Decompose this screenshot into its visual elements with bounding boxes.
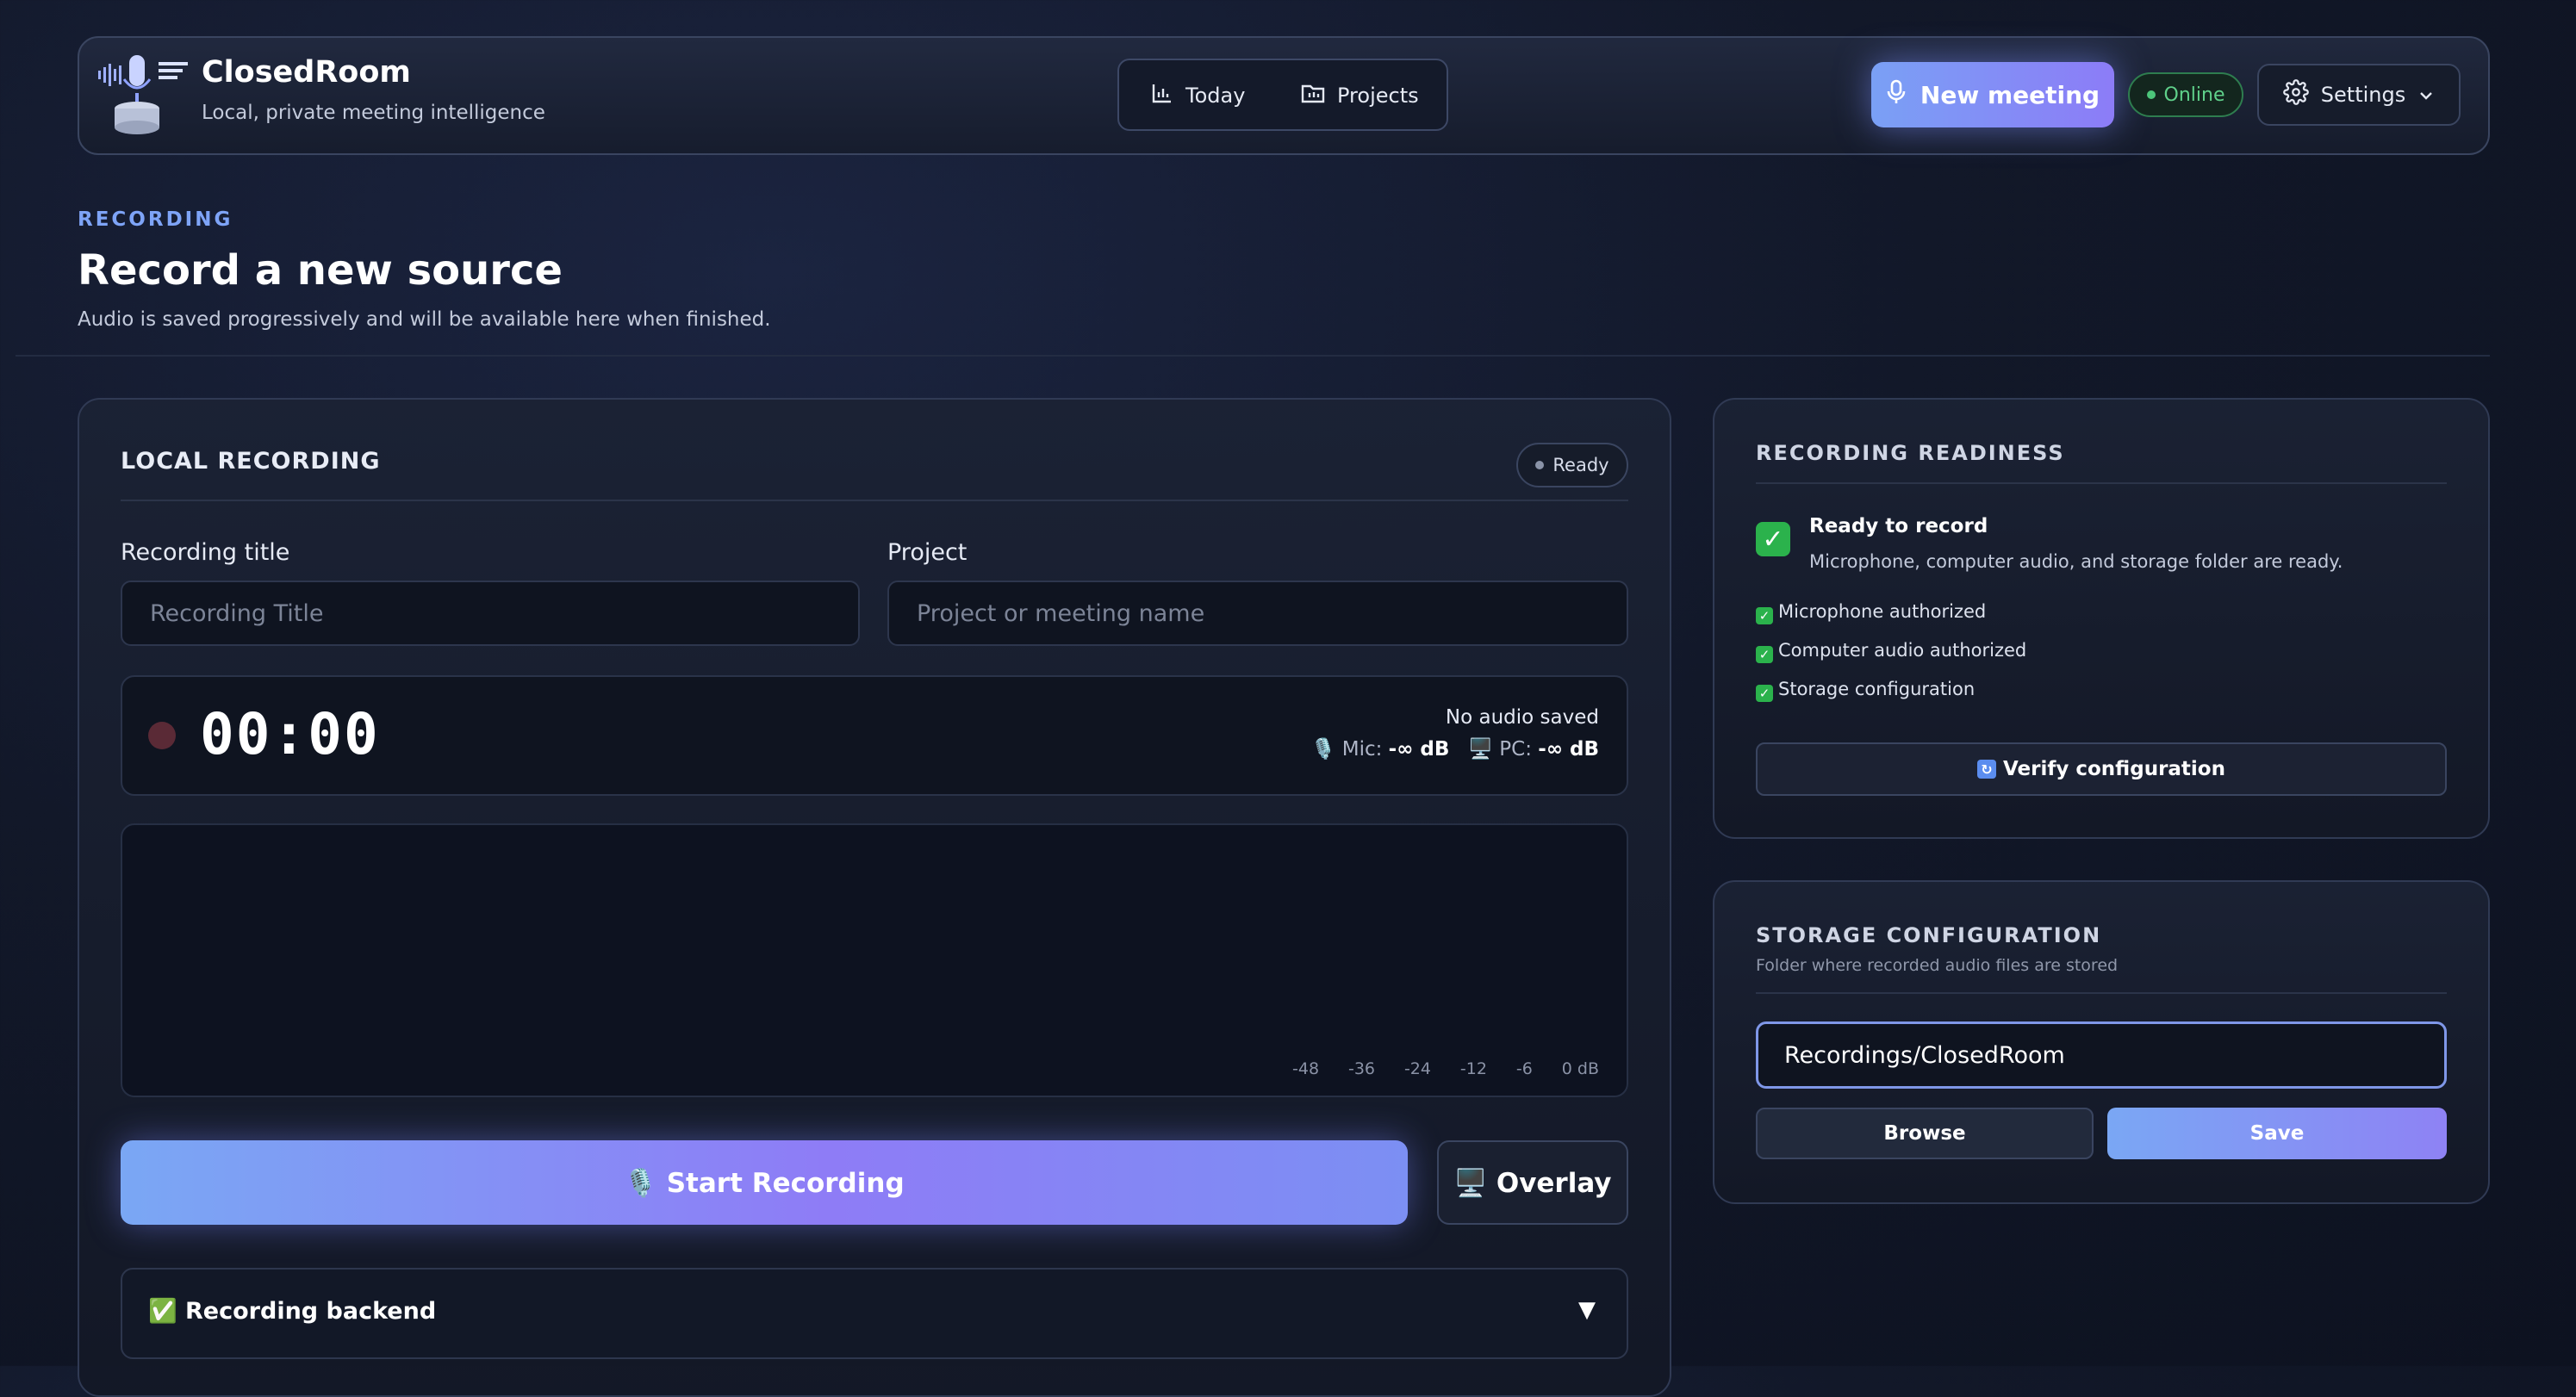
project-label: Project [887, 539, 968, 566]
page-eyebrow: RECORDING [78, 208, 233, 231]
new-meeting-button[interactable]: New meeting [1871, 62, 2114, 127]
status-dot-icon [2146, 90, 2156, 99]
folder-icon [1301, 82, 1325, 109]
check-item-label: Computer audio authorized [1778, 640, 2027, 661]
ready-description: Microphone, computer audio, and storage … [1809, 551, 2343, 572]
settings-button[interactable]: Settings [2257, 64, 2461, 126]
app-name: ClosedRoom [202, 55, 411, 90]
page-title: Record a new source [78, 246, 563, 295]
record-indicator-icon [148, 722, 176, 749]
chart-icon [1151, 82, 1173, 109]
check-icon: ✓ [1756, 607, 1773, 624]
pc-level-value: -∞ dB [1538, 738, 1599, 761]
new-meeting-label: New meeting [1920, 80, 2100, 109]
recording-title-input[interactable] [121, 581, 860, 646]
expand-toggle-icon[interactable]: ▼ [1578, 1297, 1596, 1323]
check-icon: ✓ [1756, 646, 1773, 663]
status-dot-icon [1535, 461, 1545, 469]
verify-configuration-button[interactable]: ↻ Verify configuration [1756, 742, 2447, 796]
save-button[interactable]: Save [2107, 1108, 2447, 1159]
app-logo [96, 48, 200, 143]
card-divider [1756, 992, 2447, 994]
mic-level-value: -∞ dB [1388, 738, 1450, 761]
recording-title-label: Recording title [121, 539, 290, 566]
check-item-label: Microphone authorized [1778, 601, 1987, 622]
readiness-title: RECORDING READINESS [1756, 441, 2065, 465]
recording-status-badge: Ready [1516, 443, 1628, 487]
verify-configuration-label: Verify configuration [2003, 758, 2225, 780]
audio-levels: 🎙️ Mic: -∞ dB 🖥️ PC: -∞ dB [1249, 737, 1599, 761]
online-status-label: Online [2163, 84, 2225, 106]
scale-tick: -48 [1292, 1059, 1320, 1078]
browse-button[interactable]: Browse [1756, 1108, 2094, 1159]
meter-scale: -48 -36 -24 -12 -6 0 dB [1292, 1059, 1599, 1078]
scale-tick: -6 [1515, 1059, 1533, 1078]
recording-backend-label: ✅ Recording backend [148, 1298, 437, 1325]
recording-status-label: Ready [1552, 455, 1609, 475]
check-item: ✓ Storage configuration [1756, 679, 1975, 702]
page-description: Audio is saved progressively and will be… [78, 308, 771, 331]
storage-subtitle: Folder where recorded audio files are st… [1756, 956, 2119, 975]
saved-status: No audio saved [1445, 706, 1599, 729]
mic-level-label: 🎙️ Mic: [1310, 738, 1383, 761]
check-item: ✓ Computer audio authorized [1756, 640, 2026, 663]
check-item-label: Storage configuration [1778, 679, 1976, 699]
nav-projects[interactable]: Projects [1301, 76, 1419, 115]
card-divider [1756, 482, 2447, 484]
storage-path-input[interactable] [1756, 1021, 2447, 1089]
check-icon: ✓ [1756, 522, 1790, 556]
recording-timer: 00:00 [200, 701, 380, 767]
gear-icon [2282, 79, 2309, 110]
scale-tick: 0 dB [1561, 1059, 1599, 1078]
nav-projects-label: Projects [1337, 84, 1419, 108]
check-icon: ✓ [1756, 685, 1773, 702]
scale-tick: -24 [1403, 1059, 1431, 1078]
ready-title: Ready to record [1809, 515, 1988, 537]
start-recording-button[interactable]: 🎙️ Start Recording [121, 1140, 1408, 1225]
app-tagline: Local, private meeting intelligence [202, 102, 545, 124]
microphone-icon [1886, 79, 1907, 111]
refresh-icon: ↻ [1977, 760, 1996, 779]
online-status-badge: Online [2128, 72, 2243, 117]
settings-label: Settings [2320, 83, 2406, 107]
scale-tick: -36 [1347, 1059, 1376, 1078]
audio-level-meter [121, 823, 1628, 1097]
nav-today[interactable]: Today [1151, 76, 1245, 115]
card-divider [121, 500, 1628, 501]
nav-today-label: Today [1185, 84, 1246, 108]
section-divider [16, 355, 2490, 357]
pc-level-label: 🖥️ PC: [1468, 738, 1532, 761]
local-recording-title: LOCAL RECORDING [121, 448, 381, 475]
scale-tick: -12 [1459, 1059, 1487, 1078]
overlay-button[interactable]: 🖥️ Overlay [1437, 1140, 1628, 1225]
chevron-down-icon [2417, 83, 2435, 107]
project-input[interactable] [887, 581, 1628, 646]
check-item: ✓ Microphone authorized [1756, 601, 1986, 624]
storage-title: STORAGE CONFIGURATION [1756, 923, 2102, 947]
